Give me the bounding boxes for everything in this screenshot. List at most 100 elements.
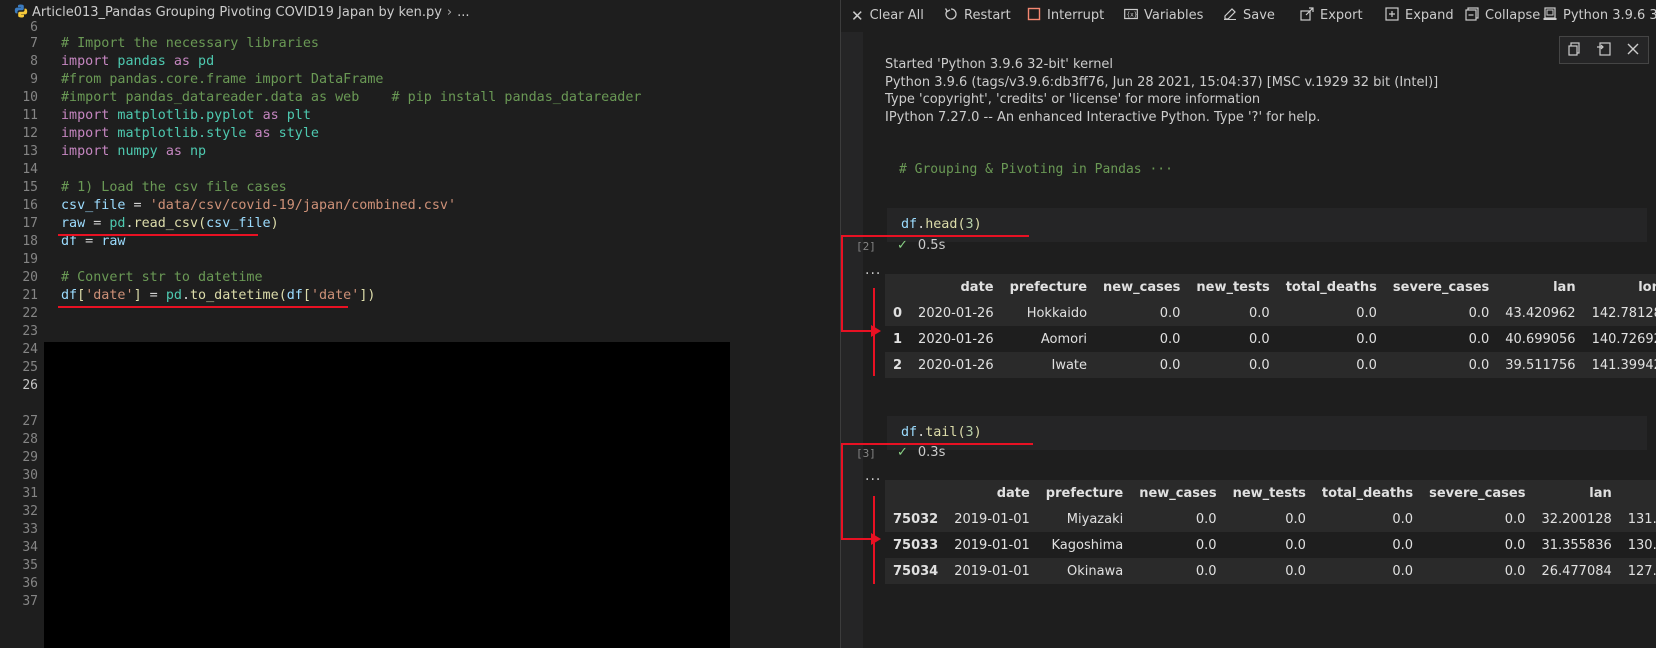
column-header: lan <box>1497 274 1584 300</box>
table-cell: 0.0 <box>1277 300 1385 326</box>
column-header: lan <box>1533 480 1620 506</box>
cell-code[interactable]: df.head(3) <box>901 217 982 232</box>
table-cell: 26.477084 <box>1533 558 1620 584</box>
annotation-vertical-head <box>841 235 843 331</box>
code-line-12[interactable]: import matplotlib.style as style <box>61 126 319 141</box>
code-line-11[interactable]: import matplotlib.pyplot as plt <box>61 108 311 123</box>
table-cell: 40.699056 <box>1497 326 1584 352</box>
table-cell: 43.420962 <box>1497 300 1584 326</box>
table-cell: 0.0 <box>1188 326 1278 352</box>
column-header: date <box>946 480 1038 506</box>
copy-icon[interactable] <box>1568 42 1582 56</box>
line-number: 22 <box>22 306 38 321</box>
line-number: 34 <box>22 540 38 555</box>
row-index: 75033 <box>885 532 947 558</box>
kernel-banner: Started 'Python 3.9.6 32-bit' kernel Pyt… <box>885 56 1625 126</box>
table-cell: 39.511756 <box>1497 352 1584 378</box>
table-cell: 0.0 <box>1384 352 1498 378</box>
table-cell: 0.0 <box>1095 326 1189 352</box>
dataframe-head-table: date prefecture new_cases new_tests total_de… <box>885 274 1656 378</box>
code-line-8[interactable]: import pandas as pd <box>61 54 214 69</box>
annotation-underline-line-21 <box>58 306 348 308</box>
table-cell: Miyazaki <box>1037 506 1132 532</box>
interrupt-button[interactable]: Interrupt <box>1027 0 1104 32</box>
column-header: new_cases <box>1095 274 1189 300</box>
code-line-20[interactable]: # Convert str to datetime <box>61 270 263 285</box>
banner-line: Python 3.9.6 (tags/v3.9.6:db3ff76, Jun 2… <box>885 74 1439 90</box>
table-cell: 0.0 <box>1421 506 1534 532</box>
code-line-16[interactable]: csv_file = 'data/csv/covid-19/japan/comb… <box>61 198 456 213</box>
table-header-row: date prefecture new_cases new_tests total_de… <box>885 274 1656 300</box>
restart-button[interactable]: Restart <box>944 0 1011 32</box>
expand-icon <box>1385 7 1399 21</box>
stop-icon <box>1027 7 1041 21</box>
table-header-row: date prefecture new_cases new_tests total_de… <box>885 480 1656 506</box>
code-line-18[interactable]: df = raw <box>61 234 126 249</box>
banner-line: IPython 7.27.0 -- An enhanced Interactiv… <box>885 109 1321 125</box>
table-cell: 0.0 <box>1224 558 1314 584</box>
output-more-icon[interactable]: ... <box>865 262 881 278</box>
table-cell: 141.399429 <box>1583 352 1656 378</box>
kernel-picker[interactable]: Python 3.9.6 32 <box>1543 0 1656 32</box>
table-cell: 31.355836 <box>1533 532 1620 558</box>
save-icon <box>1224 8 1236 20</box>
column-header <box>885 274 911 300</box>
table-cell: 0.0 <box>1188 300 1278 326</box>
column-header: total_deaths <box>1277 274 1385 300</box>
line-number: 16 <box>22 198 38 213</box>
row-index: 2 <box>885 352 911 378</box>
column-header: severe_cases <box>1384 274 1498 300</box>
breadcrumb[interactable]: Article013_Pandas Grouping Pivoting COVI… <box>0 0 731 26</box>
code-line-9[interactable]: #from pandas.core.frame import DataFrame <box>61 72 383 87</box>
line-number: 31 <box>22 486 38 501</box>
table-cell: 131.353483 <box>1619 506 1656 532</box>
collapse-button[interactable]: Collapse <box>1465 0 1540 32</box>
code-line-17[interactable]: raw = pd.read_csv(csv_file) <box>61 216 279 231</box>
clear-all-button[interactable]: ✕ Clear All <box>851 0 924 32</box>
table-cell: 2019-01-01 <box>946 506 1038 532</box>
markdown-cell[interactable]: # Grouping & Pivoting in Pandas ··· <box>887 152 1647 192</box>
expand-button[interactable]: Expand <box>1385 0 1454 32</box>
export-button[interactable]: Export <box>1300 0 1363 32</box>
check-icon: ✓ <box>897 238 908 253</box>
code-line-7[interactable]: # Import the necessary libraries <box>61 36 319 51</box>
line-number-gutter: 6 7 8 9 10 11 12 13 14 15 16 17 18 19 20 21 22 23 24 25 26 27… <box>0 20 44 648</box>
execution-count: [3] <box>856 447 876 460</box>
column-header: new_cases <box>1131 480 1225 506</box>
code-line-21[interactable]: df['date'] = pd.to_datetime(df['date']) <box>61 288 375 303</box>
table-cell: Aomori <box>1001 326 1096 352</box>
column-header: new_tests <box>1224 480 1314 506</box>
open-in-editor-icon[interactable] <box>1596 42 1612 56</box>
python-file-icon <box>14 4 28 18</box>
breadcrumb-more[interactable]: ... <box>457 5 469 20</box>
save-button[interactable]: Save <box>1223 0 1275 32</box>
line-number: 8 <box>30 54 38 69</box>
svg-text:{x}: {x} <box>1127 12 1138 19</box>
close-icon[interactable] <box>1626 42 1640 56</box>
table-cell: 127.922927 <box>1619 558 1656 584</box>
breadcrumb-file[interactable]: Article013_Pandas Grouping Pivoting COVI… <box>32 5 442 20</box>
line-number: 37 <box>22 594 38 609</box>
line-number: 26 <box>22 378 38 393</box>
interactive-window[interactable]: ✕ Clear All Restart Interrupt {x} Variable… <box>841 0 1656 648</box>
line-number: 24 <box>22 342 38 357</box>
interactive-toolbar: ✕ Clear All Restart Interrupt {x} Variable… <box>841 0 1656 32</box>
table-row: 2 2020-01-26 Iwate 0.0 0.0 0.0 0.0 39.511756 141… <box>885 352 1656 378</box>
table-cell: 0.0 <box>1131 558 1225 584</box>
close-icon: ✕ <box>851 7 864 25</box>
annotation-underline-head <box>887 235 1029 237</box>
code-area[interactable]: # Import the necessary libraries import … <box>44 26 730 648</box>
code-line-10[interactable]: #import pandas_datareader.data as web # … <box>61 90 641 105</box>
code-editor[interactable]: Article013_Pandas Grouping Pivoting COVI… <box>0 0 731 648</box>
variables-button[interactable]: {x} Variables <box>1124 0 1203 32</box>
code-line-15[interactable]: # 1) Load the csv file cases <box>61 180 287 195</box>
restart-icon <box>944 8 957 20</box>
table-cell: 0.0 <box>1384 300 1498 326</box>
annotation-arrow-shaft-head <box>841 330 873 332</box>
table-cell: 0.0 <box>1421 558 1534 584</box>
output-more-icon[interactable]: ... <box>865 468 881 484</box>
cell-code[interactable]: df.tail(3) <box>901 425 982 440</box>
table-row: 75033 2019-01-01 Kagoshima 0.0 0.0 0.0 0.0 31.3… <box>885 532 1656 558</box>
line-number: 13 <box>22 144 38 159</box>
code-line-13[interactable]: import numpy as np <box>61 144 206 159</box>
